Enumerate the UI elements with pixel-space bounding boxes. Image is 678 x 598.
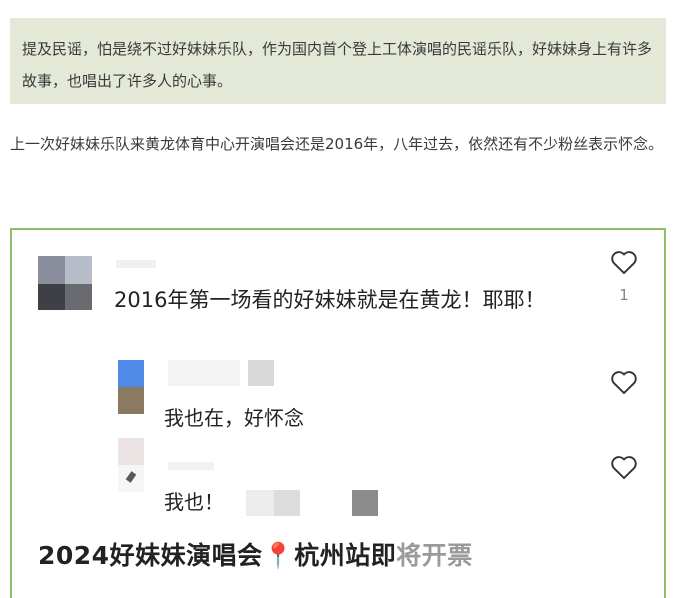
avatar <box>118 438 144 492</box>
blurred-text <box>352 490 378 516</box>
comment-text: 2016年第一场看的好妹妹就是在黄龙！耶耶！ <box>114 288 546 312</box>
quote-box: 提及民谣，怕是绕不过好妹妹乐队，作为国内首个登上工体演唱的民谣乐队，好妹妹身上有… <box>10 18 666 104</box>
comment-text: 我也！ <box>164 490 224 514</box>
blurred-username <box>168 462 214 470</box>
like-count: 1 <box>619 286 629 304</box>
avatar <box>38 256 92 310</box>
blurred-text <box>246 490 274 516</box>
heart-icon[interactable] <box>610 454 638 480</box>
blurred-text <box>274 490 300 516</box>
heart-icon[interactable] <box>610 369 638 395</box>
blurred-username <box>248 360 274 386</box>
title-faded: 将开票 <box>396 541 473 570</box>
pin-icon: 📍 <box>262 541 295 570</box>
title-main: 2024好妹妹演唱会 <box>38 541 263 570</box>
avatar <box>118 360 144 414</box>
quote-text: 提及民谣，怕是绕不过好妹妹乐队，作为国内首个登上工体演唱的民谣乐队，好妹妹身上有… <box>22 40 653 90</box>
paragraph-text: 上一次好妹妹乐队来黄龙体育中心开演唱会还是2016年，八年过去，依然还有不少粉丝… <box>10 135 664 153</box>
concert-title: 2024好妹妹演唱会📍杭州站即将开票 <box>38 536 473 572</box>
heart-icon[interactable] <box>610 249 638 275</box>
comment-screenshot: 2016年第一场看的好妹妹就是在黄龙！耶耶！ 1 我也在，好怀念 我也！ 202… <box>10 228 666 598</box>
title-city: 杭州站即 <box>294 541 397 570</box>
body-paragraph: 上一次好妹妹乐队来黄龙体育中心开演唱会还是2016年，八年过去，依然还有不少粉丝… <box>10 128 670 161</box>
comment-text: 我也在，好怀念 <box>164 406 304 430</box>
blurred-username <box>168 360 240 386</box>
blurred-username <box>116 260 156 268</box>
